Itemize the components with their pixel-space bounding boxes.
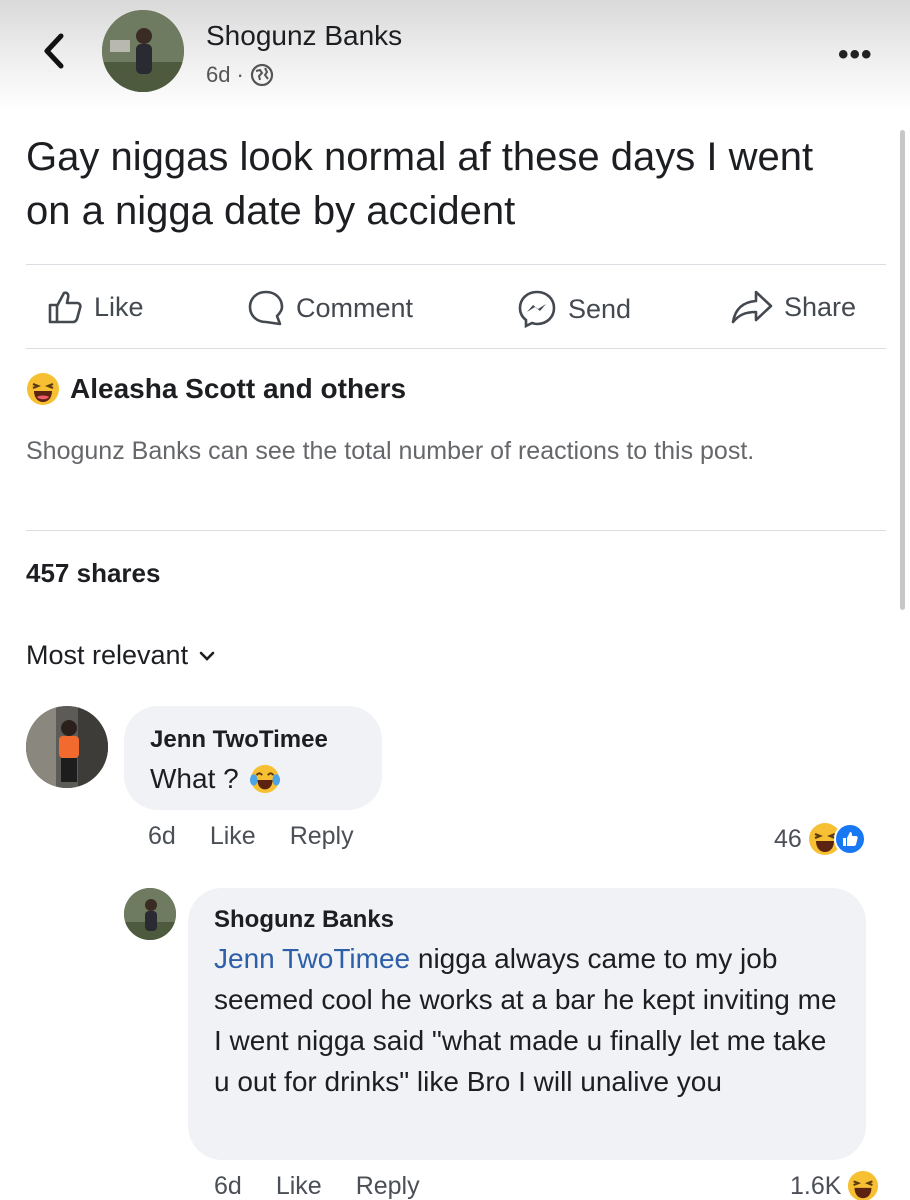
share-label: Share <box>784 291 857 322</box>
messenger-icon <box>518 290 556 329</box>
post-time: 6d <box>206 62 231 87</box>
thumbs-up-icon <box>48 291 82 324</box>
reply-reaction-count[interactable]: 1.6K <box>790 1170 879 1200</box>
author-avatar[interactable] <box>102 10 184 92</box>
comment-text: What ? <box>150 758 281 799</box>
comment-icon <box>248 290 284 326</box>
author-name[interactable]: Shogunz Banks <box>206 20 402 52</box>
reply-meta: 6d Like Reply <box>214 1172 420 1200</box>
globe-icon <box>250 63 273 87</box>
post-actions: Like Comment Send Share <box>0 270 910 344</box>
send-button[interactable]: Send <box>516 288 631 330</box>
divider <box>26 264 886 265</box>
reaction-count: 1.6K <box>790 1171 842 1200</box>
comment-like-button[interactable]: Like <box>210 822 256 851</box>
like-label: Like <box>94 291 144 322</box>
divider <box>26 348 886 349</box>
share-count[interactable]: 457 shares <box>26 558 160 589</box>
reply-like-button[interactable]: Like <box>276 1172 322 1200</box>
reaction-summary[interactable]: Aleasha Scott and others <box>26 372 406 406</box>
like-button[interactable]: Like <box>46 288 144 326</box>
replier-avatar[interactable] <box>124 888 176 940</box>
send-label: Send <box>568 293 632 324</box>
divider <box>26 530 886 531</box>
tears-of-joy-emoji-icon <box>249 764 280 793</box>
reply-time: 6d <box>214 1172 242 1200</box>
share-icon <box>731 290 773 324</box>
reply-bubble: Shogunz Banks Jenn TwoTimee nigga always… <box>188 888 866 1160</box>
more-options-button[interactable]: ••• <box>838 38 873 72</box>
commenter-name[interactable]: Jenn TwoTimee <box>150 726 328 754</box>
chevron-left-icon <box>44 33 64 69</box>
comment-bubble: Jenn TwoTimee What ? <box>124 706 382 810</box>
comment-sort-dropdown[interactable]: Most relevant <box>26 640 216 671</box>
share-button[interactable]: Share <box>730 288 856 326</box>
post-text: Gay niggas look normal af these days I w… <box>26 135 814 233</box>
commenter-avatar[interactable] <box>26 706 108 788</box>
laughing-emoji-icon <box>27 373 59 405</box>
comment-time: 6d <box>148 822 176 850</box>
reaction-summary-text: Aleasha Scott and others <box>70 373 407 404</box>
back-button[interactable] <box>34 28 74 74</box>
comment-reaction-count[interactable]: 46 <box>774 822 866 856</box>
comment-meta: 6d Like Reply <box>148 822 354 851</box>
comment-button[interactable]: Comment <box>246 288 413 328</box>
post-meta: 6d · <box>206 62 274 88</box>
comment-body: What ? <box>150 763 239 794</box>
reaction-note: Shogunz Banks can see the total number o… <box>26 437 755 465</box>
scrollbar[interactable] <box>900 130 905 610</box>
comment-reply-button[interactable]: Reply <box>290 822 354 851</box>
mention-link[interactable]: Jenn TwoTimee <box>214 943 410 974</box>
reply-text: Jenn TwoTimee nigga always came to my jo… <box>214 938 844 1102</box>
meta-separator: · <box>236 62 244 87</box>
like-reaction-icon <box>833 823 866 855</box>
sort-label: Most relevant <box>26 640 189 670</box>
comment-label: Comment <box>296 292 414 323</box>
laughing-emoji-icon <box>848 1170 879 1200</box>
reaction-count: 46 <box>774 824 802 853</box>
reply-reply-button[interactable]: Reply <box>356 1172 420 1200</box>
replier-name[interactable]: Shogunz Banks <box>214 906 394 934</box>
chevron-down-icon <box>199 651 215 661</box>
